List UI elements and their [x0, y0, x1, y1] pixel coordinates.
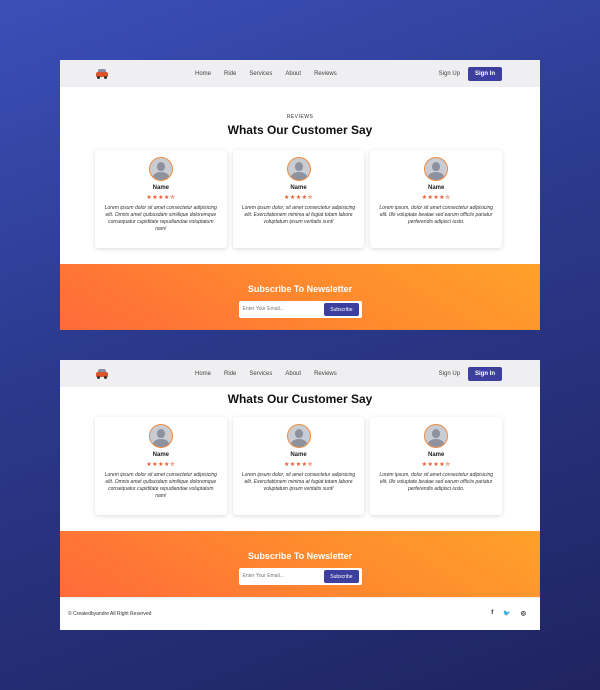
- signup-link[interactable]: Sign Up: [439, 71, 460, 77]
- email-input[interactable]: Enter Your Email...: [243, 573, 284, 579]
- avatar-icon: [424, 424, 449, 448]
- avatar-icon: [148, 157, 173, 181]
- email-input[interactable]: Enter Your Email...: [243, 306, 284, 312]
- review-card: Name ★★★★✮ Lorem ipsum, dolor sit amet c…: [370, 417, 503, 515]
- nav-menu: Home Ride Services About Reviews: [195, 60, 350, 87]
- newsletter-form: Enter Your Email... Subscribe: [238, 568, 362, 585]
- reviewer-name: Name: [290, 185, 307, 191]
- signup-link[interactable]: Sign Up: [439, 371, 460, 377]
- section-heading: Whats Our Customer Say: [227, 123, 373, 137]
- star-rating: ★★★★✮: [421, 195, 451, 201]
- avatar-icon: [148, 424, 173, 448]
- star-rating: ★★★★✮: [283, 195, 314, 201]
- review-cards: Name ★★★★✮ Lorem ipsum dolor sit amet co…: [95, 417, 503, 515]
- reviewer-name: Name: [428, 185, 445, 191]
- navbar: Home Ride Services About Reviews Sign Up…: [60, 360, 540, 387]
- signin-button[interactable]: Sign In: [468, 366, 502, 381]
- copyright-text: © Createdbyandre All Right Reserved: [68, 611, 152, 617]
- nav-home[interactable]: Home: [195, 71, 211, 77]
- avatar-icon: [424, 157, 449, 181]
- review-text: Lorem ipsum dolor sit amet consectetur a…: [104, 472, 217, 499]
- facebook-icon[interactable]: f: [491, 610, 493, 617]
- auth-buttons: Sign Up Sign In: [439, 60, 502, 87]
- star-rating: ★★★★✮: [146, 195, 176, 201]
- newsletter-section: Subscribe To Newsletter Enter Your Email…: [60, 531, 540, 597]
- review-cards: Name ★★★★✮ Lorem ipsum dolor sit amet co…: [95, 150, 503, 248]
- social-links: f 🐦 ◎: [491, 610, 526, 617]
- review-text: Lorem ipsum dolor, sit amet consectetur …: [241, 205, 356, 225]
- avatar-icon: [286, 424, 311, 448]
- nav-about[interactable]: About: [285, 371, 301, 377]
- nav-ride[interactable]: Ride: [224, 71, 236, 77]
- nav-services[interactable]: Services: [249, 371, 272, 377]
- footer: © Createdbyandre All Right Reserved f 🐦 …: [60, 597, 540, 630]
- review-card: Name ★★★★✮ Lorem ipsum, dolor sit amet c…: [370, 150, 503, 248]
- review-card: Name ★★★★✮ Lorem ipsum dolor, sit amet c…: [232, 150, 365, 248]
- car-logo-icon[interactable]: [96, 68, 108, 79]
- reviewer-name: Name: [152, 185, 169, 191]
- nav-about[interactable]: About: [285, 71, 301, 77]
- star-rating: ★★★★✮: [421, 462, 451, 468]
- section-eyebrow: REVIEWS: [286, 114, 314, 120]
- reviewer-name: Name: [290, 452, 307, 458]
- review-card: Name ★★★★✮ Lorem ipsum dolor, sit amet c…: [232, 417, 365, 515]
- screenshot-bottom: Home Ride Services About Reviews Sign Up…: [60, 360, 540, 630]
- signin-button[interactable]: Sign In: [468, 66, 502, 81]
- review-text: Lorem ipsum dolor, sit amet consectetur …: [241, 472, 356, 492]
- newsletter-section: Subscribe To Newsletter Enter Your Email…: [60, 264, 540, 330]
- newsletter-title: Subscribe To Newsletter: [247, 284, 353, 294]
- nav-reviews[interactable]: Reviews: [314, 71, 337, 77]
- review-card: Name ★★★★✮ Lorem ipsum dolor sit amet co…: [95, 150, 227, 248]
- twitter-icon[interactable]: 🐦: [503, 610, 510, 617]
- review-text: Lorem ipsum, dolor sit amet consectetur …: [379, 472, 494, 492]
- section-heading: Whats Our Customer Say: [227, 392, 373, 406]
- star-rating: ★★★★✮: [146, 462, 176, 468]
- star-rating: ★★★★✮: [283, 462, 314, 468]
- reviewer-name: Name: [152, 452, 169, 458]
- nav-reviews[interactable]: Reviews: [314, 371, 337, 377]
- review-text: Lorem ipsum, dolor sit amet consectetur …: [379, 205, 494, 225]
- auth-buttons: Sign Up Sign In: [439, 360, 502, 387]
- newsletter-form: Enter Your Email... Subscribe: [238, 301, 362, 318]
- nav-services[interactable]: Services: [249, 71, 272, 77]
- nav-home[interactable]: Home: [195, 371, 211, 377]
- subscribe-button[interactable]: Subscribe: [324, 570, 359, 583]
- nav-ride[interactable]: Ride: [224, 371, 236, 377]
- newsletter-title: Subscribe To Newsletter: [247, 551, 353, 561]
- screenshot-top: Home Ride Services About Reviews Sign Up…: [60, 60, 540, 330]
- avatar-icon: [286, 157, 311, 181]
- instagram-icon[interactable]: ◎: [521, 610, 526, 617]
- review-text: Lorem ipsum dolor sit amet consectetur a…: [104, 205, 217, 232]
- nav-menu: Home Ride Services About Reviews: [195, 360, 350, 387]
- review-card: Name ★★★★✮ Lorem ipsum dolor sit amet co…: [95, 417, 227, 515]
- car-logo-icon[interactable]: [96, 368, 108, 379]
- reviewer-name: Name: [428, 452, 445, 458]
- navbar: Home Ride Services About Reviews Sign Up…: [60, 60, 540, 87]
- subscribe-button[interactable]: Subscribe: [324, 303, 359, 316]
